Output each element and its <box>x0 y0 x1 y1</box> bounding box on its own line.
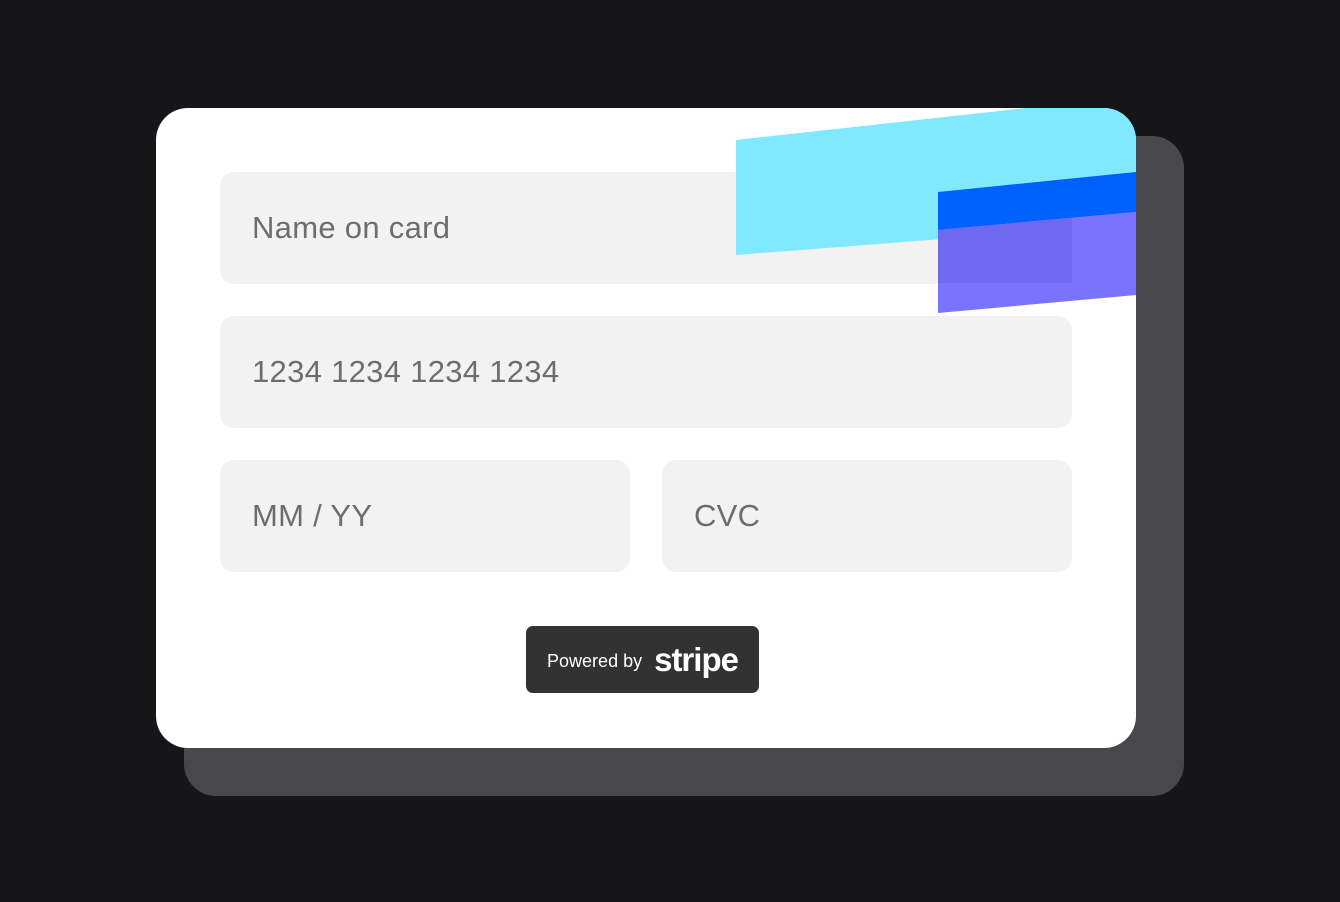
card-number-placeholder: 1234 1234 1234 1234 <box>252 354 560 389</box>
cvc-placeholder: CVC <box>694 498 761 533</box>
stage: Name on card 1234 1234 1234 1234 MM / YY… <box>0 0 1340 902</box>
name-on-card-field[interactable]: Name on card <box>220 172 1072 284</box>
card-number-field[interactable]: 1234 1234 1234 1234 <box>220 316 1072 428</box>
expiry-field[interactable]: MM / YY <box>220 460 630 572</box>
payment-card: Name on card 1234 1234 1234 1234 MM / YY… <box>156 108 1136 748</box>
powered-by-stripe-badge[interactable]: Powered by stripe <box>526 626 759 693</box>
cvc-field[interactable]: CVC <box>662 460 1072 572</box>
stripe-logo: stripe <box>654 641 739 678</box>
name-on-card-placeholder: Name on card <box>252 210 451 245</box>
badge-prefix-text: Powered by <box>547 650 643 671</box>
expiry-placeholder: MM / YY <box>252 498 373 533</box>
